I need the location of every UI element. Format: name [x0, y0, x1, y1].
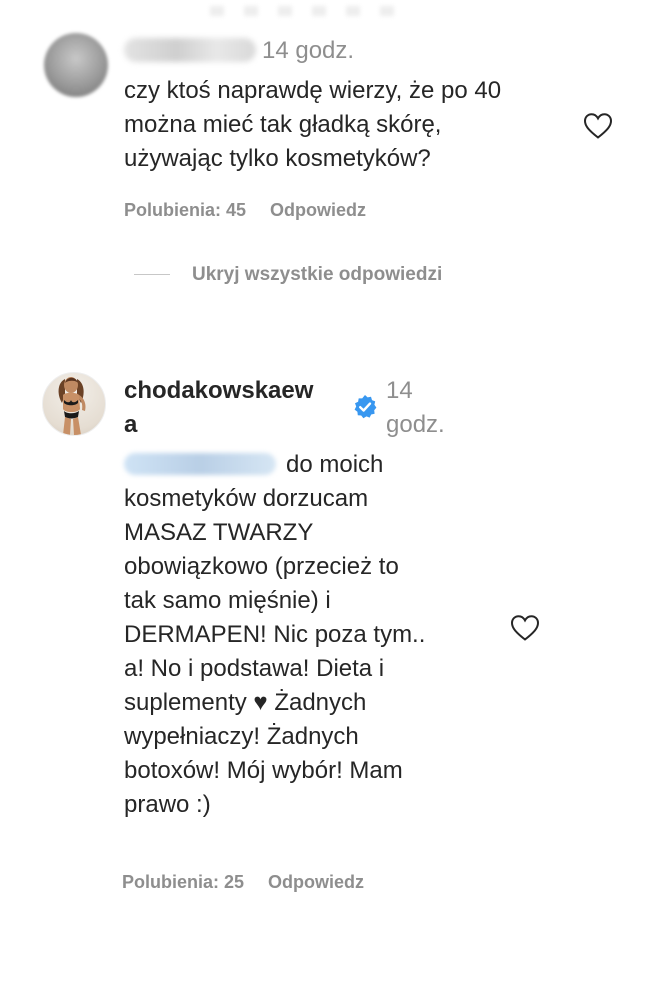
username-anonymized[interactable]: [124, 38, 256, 62]
username-line: chodakowskaew: [124, 377, 314, 404]
reply-button[interactable]: Odpowiedz: [268, 872, 364, 892]
username[interactable]: chodakowskaew a: [124, 374, 313, 442]
heart-outline-icon[interactable]: [583, 112, 613, 140]
time-line: godz.: [386, 411, 445, 438]
comment-actions: Polubienia: 25 Odpowiedz: [122, 870, 388, 894]
comment-text-line: tak samo mięśnie) i: [124, 587, 331, 614]
avatar-photo-icon: [58, 377, 86, 435]
mention-anonymized[interactable]: [124, 453, 276, 475]
comment-text-line: prawo :): [124, 791, 211, 818]
replies-divider: [134, 274, 170, 275]
comment-text-line: botoxów! Mój wybór! Mam: [124, 757, 403, 784]
comment-text-line: kosmetyków dorzucam: [124, 485, 369, 512]
blurred-previous-content: [210, 6, 410, 16]
comment-text-line: czy ktoś naprawdę wierzy, że po 40: [124, 77, 502, 104]
comment-time[interactable]: 14 godz.: [262, 34, 354, 68]
reply-button[interactable]: Odpowiedz: [270, 200, 366, 220]
comment-text-line: można mieć tak gładką skórę,: [124, 111, 442, 138]
heart-outline-icon[interactable]: [510, 614, 540, 642]
comment-time[interactable]: 14 godz.: [386, 374, 445, 442]
comment-text-line: suplementy ♥ Żadnych: [124, 689, 367, 716]
comment-text-line: do moich: [124, 448, 504, 482]
comment-text-line: a! No i podstawa! Dieta i: [124, 655, 385, 682]
comment-actions: Polubienia: 45 Odpowiedz: [124, 198, 390, 222]
hide-replies-label[interactable]: Ukryj wszystkie odpowiedzi: [192, 262, 442, 288]
comment-text-line: używając tylko kosmetyków?: [124, 145, 431, 172]
comment-text: do moich kosmetyków dorzucam MASAZ TWARZ…: [124, 448, 504, 822]
likes-count[interactable]: Polubienia: 25: [122, 872, 244, 892]
comment-text: czy ktoś naprawdę wierzy, że po 40 można…: [124, 74, 501, 176]
verified-badge-icon: [354, 395, 377, 419]
comment-text-fragment: do moich: [286, 451, 384, 478]
avatar-chodakowskaewa[interactable]: [42, 372, 106, 436]
comment-text-line: DERMAPEN! Nic poza tym..: [124, 621, 426, 648]
username-line: a: [124, 411, 138, 438]
time-line: 14: [386, 377, 413, 404]
avatar-anonymized[interactable]: [44, 33, 108, 97]
comment-text-line: obowiązkowo (przecież to: [124, 553, 399, 580]
likes-count[interactable]: Polubienia: 45: [124, 200, 246, 220]
comment-text-line: wypełniaczy! Żadnych: [124, 723, 359, 750]
comment-text-line: MASAZ TWARZY: [124, 519, 314, 546]
